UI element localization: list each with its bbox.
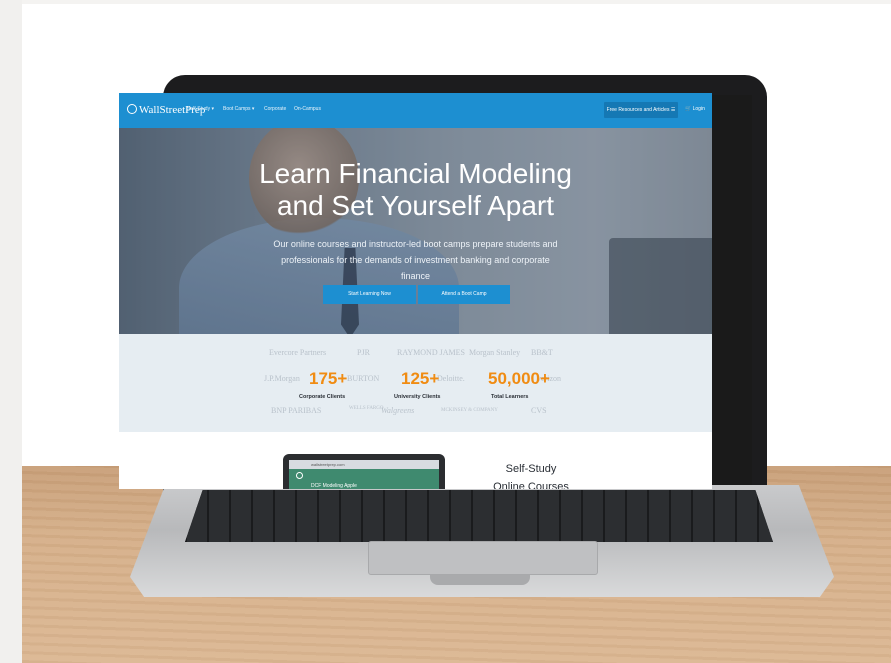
logo-mckinsey: MCKINSEY & COMPANY: [441, 408, 498, 413]
nav-boot-camps[interactable]: Boot Camps ▾: [223, 106, 254, 112]
stat-corporate-number: 175+: [309, 369, 348, 388]
free-resources-button[interactable]: Free Resources and Articles ☰: [604, 102, 678, 118]
logo-burton: BURTON: [347, 374, 380, 383]
client-logos-band: Evercore Partners PJR RAYMOND JAMES Morg…: [119, 334, 712, 432]
logo-deloitte: Deloitte.: [437, 374, 465, 383]
logo-raymond-james: RAYMOND JAMES: [397, 348, 465, 357]
stat-corporate-label: Corporate Clients: [299, 394, 346, 400]
hero-title: Learn Financial Modeling and Set Yoursel…: [119, 158, 712, 222]
lower-section: wallstreetprep.com DCF Modeling Apple Se…: [119, 432, 712, 489]
attend-boot-camp-button[interactable]: Attend a Boot Camp: [418, 285, 510, 304]
stat-university-number: 125+: [401, 369, 440, 388]
cart-icon[interactable]: 🛒: [685, 106, 691, 112]
start-learning-button[interactable]: Start Learning Now: [323, 285, 416, 304]
self-study-line1: Self-Study: [505, 463, 557, 475]
self-study-line2: Online Courses: [493, 481, 569, 489]
mini-browser-bar: wallstreetprep.com: [289, 460, 439, 469]
logo-pjr: PJR: [357, 348, 370, 357]
nav-self-study[interactable]: Self-Study ▾: [187, 106, 214, 112]
left-strip: [0, 0, 22, 663]
logo-bnp-paribas: BNP PARIBAS: [271, 406, 322, 415]
mini-logo-icon: [296, 472, 303, 479]
logo-icon: [127, 104, 137, 114]
logo-cvs: CVS: [531, 406, 547, 415]
stat-university-label: University Clients: [394, 394, 441, 400]
logo-wells-fargo: WELLS FARGO: [349, 406, 384, 411]
self-study-heading: Self-Study Online Courses: [479, 460, 583, 489]
stat-learners-label: Total Learners: [491, 394, 529, 400]
nav-corporate[interactable]: Corporate: [264, 106, 286, 112]
laptop-notch: [430, 575, 530, 585]
photo-scene: WallStreetPrep Self-Study ▾ Boot Camps ▾…: [0, 0, 891, 663]
login-link[interactable]: 🛒 Login: [685, 106, 705, 112]
laptop-screen: WallStreetPrep Self-Study ▾ Boot Camps ▾…: [119, 93, 712, 489]
login-text: Login: [692, 106, 705, 112]
hero-title-line1: Learn Financial Modeling: [259, 158, 572, 189]
laptop-bezel-edge: [712, 95, 752, 490]
logo-jpmorgan: J.P.Morgan: [264, 374, 300, 383]
logo-morgan-stanley: Morgan Stanley: [469, 348, 521, 357]
mini-course-title: DCF Modeling Apple: [311, 483, 357, 489]
hero-section: Learn Financial Modeling and Set Yoursel…: [119, 128, 712, 334]
logo-evercore: Evercore Partners: [269, 348, 327, 357]
site-navbar: WallStreetPrep Self-Study ▾ Boot Camps ▾…: [119, 93, 712, 128]
laptop-keyboard: [185, 490, 773, 542]
hero-subtitle: Our online courses and instructor-led bo…: [273, 239, 558, 281]
logo-bbt: BB&T: [531, 348, 553, 357]
mini-course-card: DCF Modeling Apple: [289, 469, 439, 489]
logo-walgreens: Walgreens: [381, 406, 415, 415]
stat-learners-number: 50,000+: [488, 369, 550, 388]
nav-on-campus[interactable]: On-Campus: [294, 106, 321, 112]
mini-laptop-screen: wallstreetprep.com DCF Modeling Apple: [289, 460, 439, 489]
laptop-trackpad: [368, 541, 598, 575]
mini-browser-text: wallstreetprep.com: [311, 462, 345, 467]
hero-title-line2: and Set Yourself Apart: [276, 190, 555, 221]
